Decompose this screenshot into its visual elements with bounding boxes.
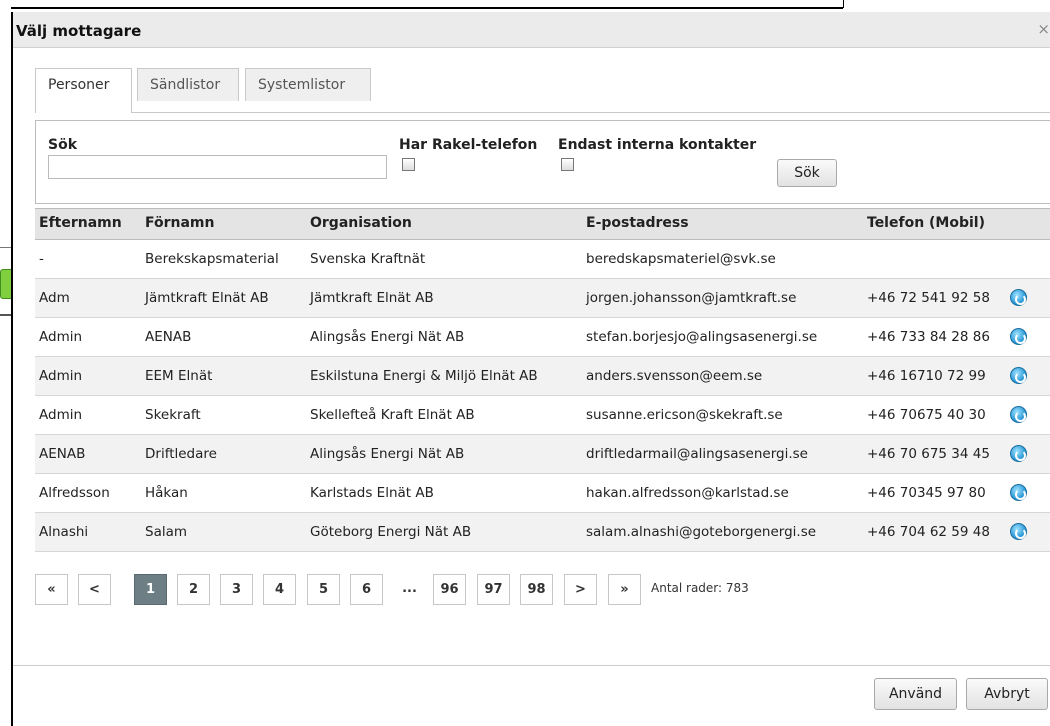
page-button[interactable]: 2	[177, 574, 210, 605]
cell-fornamn: Berekskapsmaterial	[145, 251, 279, 267]
page-button[interactable]: 4	[263, 574, 296, 605]
cell-fornamn: EEM Elnät	[145, 368, 213, 384]
apply-button[interactable]: Använd	[874, 678, 957, 710]
cell-epost: susanne.ericson@skekraft.se	[586, 407, 783, 423]
cell-organisation: Svenska Kraftnät	[310, 251, 426, 267]
cell-efternamn: Admin	[39, 407, 83, 423]
cell-organisation: Eskilstuna Energi & Miljö Elnät AB	[310, 368, 538, 384]
dialog-title: Välj mottagare	[16, 22, 142, 40]
table-row[interactable]: Adm Jämtkraft Elnät AB Jämtkraft Elnät AB j…	[35, 279, 1050, 318]
rakel-phone-checkbox[interactable]	[402, 158, 415, 171]
cell-epost: hakan.alfredsson@karlstad.se	[586, 485, 789, 501]
rakel-phone-label: Har Rakel-telefon	[399, 137, 538, 153]
column-header-efternamn[interactable]: Efternamn	[39, 215, 122, 231]
search-label: Sök	[48, 137, 78, 153]
cell-epost: jorgen.johansson@jamtkraft.se	[586, 290, 797, 306]
internal-contacts-label: Endast interna kontakter	[558, 137, 757, 153]
page-button[interactable]: 97	[477, 574, 510, 605]
cell-efternamn: Alfredsson	[39, 485, 110, 501]
table-row[interactable]: Alfredsson Håkan Karlstads Elnät AB hakan.a…	[35, 474, 1050, 513]
close-icon[interactable]: ×	[1037, 20, 1050, 38]
cell-efternamn: Adm	[39, 290, 70, 306]
page-button[interactable]: >	[564, 574, 597, 605]
cell-epost: anders.svensson@eem.se	[586, 368, 763, 384]
page-button[interactable]: 96	[433, 574, 466, 605]
rakel-phone-icon[interactable]	[1010, 289, 1027, 306]
table-row[interactable]: Alnashi Salam Göteborg Energi Nät AB salam.…	[35, 513, 1050, 552]
rakel-phone-icon[interactable]	[1010, 484, 1027, 501]
rakel-phone-icon[interactable]	[1010, 406, 1027, 423]
table-row[interactable]: AENAB Driftledare Alingsås Energi Nät AB dr…	[35, 435, 1050, 474]
table-row[interactable]: Admin EEM Elnät Eskilstuna Energi & Miljö …	[35, 357, 1050, 396]
cell-epost: salam.alnashi@goteborgenergi.se	[586, 524, 817, 540]
rakel-phone-icon[interactable]	[1010, 523, 1027, 540]
page-button[interactable]: 1	[134, 574, 167, 605]
cell-efternamn: Admin	[39, 368, 83, 384]
page-button[interactable]: 3	[220, 574, 253, 605]
background-line-left-2	[0, 314, 11, 316]
cell-epost: driftledarmail@alingsasenergi.se	[586, 446, 808, 462]
search-button[interactable]: Sök	[777, 159, 837, 187]
search-panel: Sök Har Rakel-telefon Endast interna kon…	[35, 120, 1050, 204]
page-button[interactable]: 6	[350, 574, 383, 605]
page-button[interactable]: 5	[307, 574, 340, 605]
background-line-top	[11, 7, 843, 9]
cell-fornamn: Jämtkraft Elnät AB	[145, 290, 269, 306]
search-input[interactable]	[48, 155, 387, 179]
cancel-button[interactable]: Avbryt	[966, 678, 1048, 710]
table-header: Efternamn Förnamn Organisation E-postadr…	[35, 208, 1050, 240]
cell-organisation: Göteborg Energi Nät AB	[310, 524, 472, 540]
cell-fornamn: Håkan	[145, 485, 188, 501]
internal-contacts-checkbox[interactable]	[561, 158, 574, 171]
footer-divider	[13, 665, 1050, 666]
tab-systemlistor[interactable]: Systemlistor	[245, 68, 371, 101]
select-recipients-dialog: Välj mottagare × Personer Sändlistor Sys…	[11, 12, 1050, 726]
column-header-fornamn[interactable]: Förnamn	[145, 215, 215, 231]
page-button[interactable]: «	[35, 574, 68, 605]
dialog-titlebar: Välj mottagare ×	[13, 12, 1050, 48]
cell-telefon: +46 70 675 34 45	[867, 446, 990, 462]
tab-personer[interactable]: Personer	[35, 68, 132, 113]
cell-efternamn: Alnashi	[39, 524, 89, 540]
cell-telefon: +46 16710 72 99	[867, 368, 986, 384]
page-button[interactable]: »	[608, 574, 641, 605]
cell-efternamn: Admin	[39, 329, 83, 345]
rakel-phone-icon[interactable]	[1010, 445, 1027, 462]
page-button[interactable]: <	[78, 574, 111, 605]
column-header-organisation[interactable]: Organisation	[310, 215, 412, 231]
cell-epost: beredskapsmateriel@svk.se	[586, 251, 776, 267]
cell-organisation: Jämtkraft Elnät AB	[310, 290, 434, 306]
cell-organisation: Skellefteå Kraft Elnät AB	[310, 407, 475, 423]
cell-telefon: +46 70345 97 80	[867, 485, 986, 501]
row-count: Antal rader: 783	[651, 581, 749, 595]
rakel-phone-icon[interactable]	[1010, 367, 1027, 384]
cell-fornamn: Skekraft	[145, 407, 201, 423]
page-button[interactable]: 98	[520, 574, 553, 605]
cell-telefon: +46 70675 40 30	[867, 407, 986, 423]
cell-telefon: +46 72 541 92 58	[867, 290, 990, 306]
cell-fornamn: Driftledare	[145, 446, 217, 462]
cell-telefon: +46 733 84 28 86	[867, 329, 990, 345]
tab-divider	[35, 112, 1050, 113]
tab-sandlistor[interactable]: Sändlistor	[137, 68, 239, 101]
background-line-right	[843, 0, 844, 8]
cell-telefon: +46 704 62 59 48	[867, 524, 990, 540]
cell-epost: stefan.borjesjo@alingsasenergi.se	[586, 329, 818, 345]
cell-organisation: Alingsås Energi Nät AB	[310, 329, 465, 345]
rakel-phone-icon[interactable]	[1010, 328, 1027, 345]
pagination-ellipsis: ...	[402, 581, 417, 596]
cell-fornamn: AENAB	[145, 329, 192, 345]
table-row[interactable]: Admin Skekraft Skellefteå Kraft Elnät AB su…	[35, 396, 1050, 435]
cell-fornamn: Salam	[145, 524, 188, 540]
table-row[interactable]: - Berekskapsmaterial Svenska Kraftnät bered…	[35, 240, 1050, 279]
cell-organisation: Alingsås Energi Nät AB	[310, 446, 465, 462]
background-line-left	[0, 247, 11, 248]
column-header-telefon[interactable]: Telefon (Mobil)	[867, 215, 985, 231]
column-header-epost[interactable]: E-postadress	[586, 215, 689, 231]
cell-efternamn: -	[39, 251, 44, 267]
cell-organisation: Karlstads Elnät AB	[310, 485, 434, 501]
cell-efternamn: AENAB	[39, 446, 86, 462]
table-row[interactable]: Admin AENAB Alingsås Energi Nät AB stefan.b…	[35, 318, 1050, 357]
